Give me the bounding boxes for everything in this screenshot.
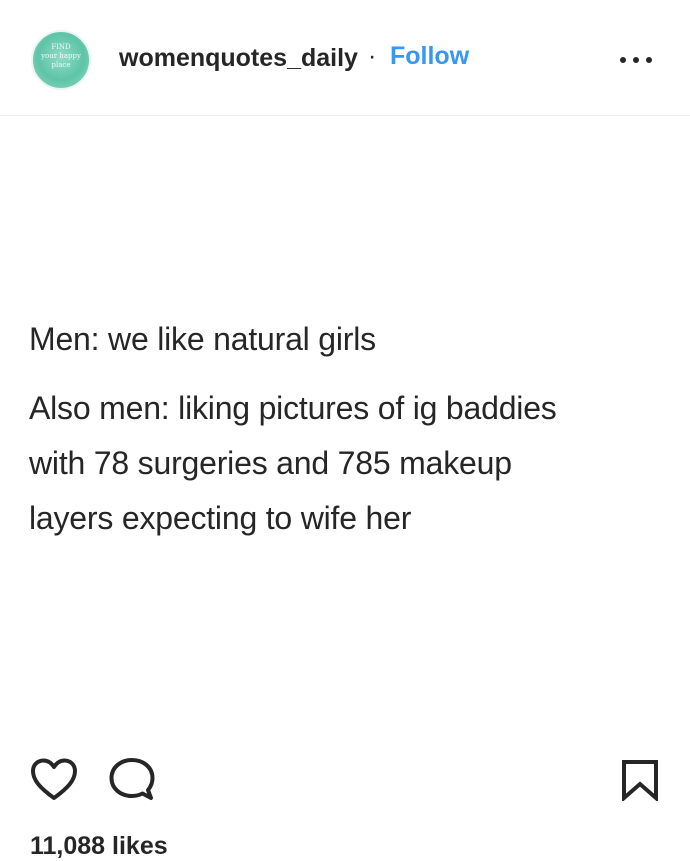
post-text-line: layers expecting to wife her — [29, 500, 412, 536]
avatar-logo-text: FIND your happy place — [41, 43, 81, 69]
comment-icon[interactable] — [108, 757, 156, 803]
heart-icon[interactable] — [30, 758, 78, 802]
post-text-line: Also men: liking pictures of ig baddies — [29, 390, 557, 426]
more-dot — [633, 57, 639, 63]
post-header: FIND your happy place womenquotes_daily … — [0, 0, 690, 116]
more-dot — [620, 57, 626, 63]
post-text-line: with 78 surgeries and 785 makeup — [29, 445, 512, 481]
more-options-icon[interactable] — [616, 50, 656, 70]
bookmark-icon[interactable] — [621, 759, 659, 803]
post-image[interactable]: Men: we like natural girls Also men: lik… — [0, 117, 690, 737]
username-link[interactable]: womenquotes_daily — [119, 44, 358, 73]
avatar[interactable]: FIND your happy place — [31, 30, 91, 90]
separator-dot: · — [368, 42, 377, 70]
more-dot — [646, 57, 652, 63]
follow-button[interactable]: Follow — [390, 42, 469, 71]
post-text-line: Men: we like natural girls — [29, 321, 376, 357]
